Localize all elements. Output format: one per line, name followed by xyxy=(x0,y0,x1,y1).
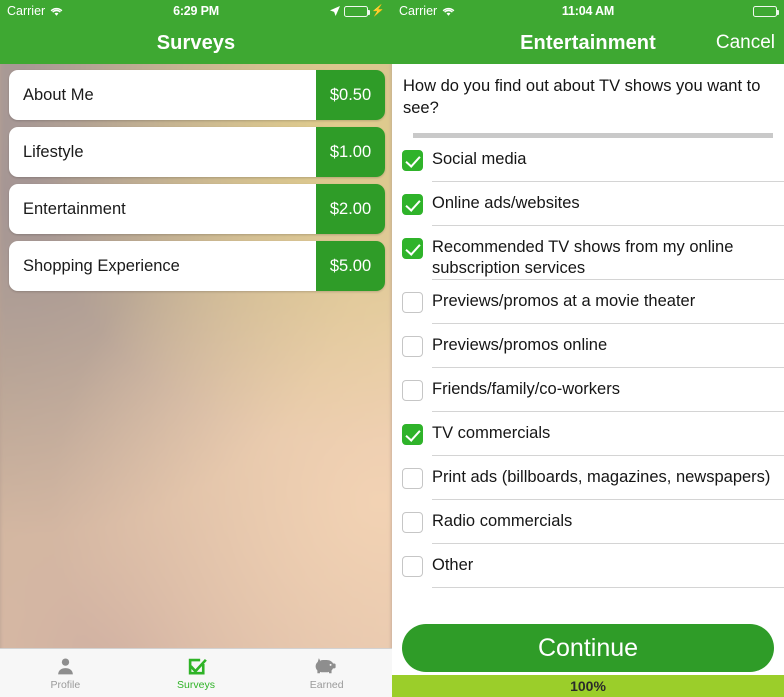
survey-question-screen: Carrier 11:04 AM Entertainment Cancel Ho… xyxy=(392,0,784,697)
checkbox-unchecked-icon[interactable] xyxy=(402,556,423,578)
battery-icon xyxy=(753,5,779,17)
checkbox-unchecked-icon[interactable] xyxy=(402,380,423,402)
location-arrow-icon xyxy=(329,5,341,17)
survey-row[interactable]: Shopping Experience $5.00 xyxy=(9,241,385,291)
checkbox-check-icon xyxy=(186,656,207,677)
page-title: Entertainment xyxy=(520,31,656,54)
survey-row[interactable]: About Me $0.50 xyxy=(9,70,385,120)
person-icon xyxy=(55,656,76,677)
option-label: Previews/promos at a movie theater xyxy=(432,292,696,311)
option-label: Social media xyxy=(432,149,527,168)
status-indicators xyxy=(753,5,779,17)
checkbox-checked-icon[interactable] xyxy=(402,237,423,259)
option-item[interactable]: Social media xyxy=(402,138,784,182)
survey-name: Lifestyle xyxy=(9,127,316,177)
option-item[interactable]: Print ads (billboards, magazines, newspa… xyxy=(402,456,784,501)
survey-footer: Continue 100% xyxy=(392,624,784,697)
left-nav-bar: Surveys xyxy=(0,22,392,64)
survey-price-badge: $5.00 xyxy=(316,241,385,291)
option-item[interactable]: TV commercials xyxy=(402,412,784,457)
status-indicators: ⚡ xyxy=(329,5,385,17)
option-label: Print ads (billboards, magazines, newspa… xyxy=(432,468,771,487)
surveys-list-screen: Carrier 6:29 PM ⚡ Surveys About Me $0.50 xyxy=(0,0,392,697)
option-label: Radio commercials xyxy=(432,512,573,531)
option-label: Other xyxy=(432,556,474,575)
tab-surveys[interactable]: Surveys xyxy=(131,649,262,697)
checkbox-checked-icon[interactable] xyxy=(402,424,423,446)
checkbox-unchecked-icon[interactable] xyxy=(402,292,423,314)
option-item[interactable]: Previews/promos online xyxy=(402,324,784,369)
option-label: Recommended TV shows from my online subs… xyxy=(432,237,734,277)
progress-bar: 100% xyxy=(392,675,784,697)
option-item[interactable]: Friends/family/co-workers xyxy=(402,368,784,413)
survey-price-badge: $0.50 xyxy=(316,70,385,120)
piggy-bank-icon xyxy=(315,656,338,677)
tab-label: Profile xyxy=(50,678,81,691)
option-label: Previews/promos online xyxy=(432,336,608,355)
option-item[interactable]: Radio commercials xyxy=(402,500,784,545)
dual-screenshot: Carrier 6:29 PM ⚡ Surveys About Me $0.50 xyxy=(0,0,784,697)
cancel-button[interactable]: Cancel xyxy=(716,32,775,54)
survey-price-badge: $1.00 xyxy=(316,127,385,177)
lightning-bolt-icon: ⚡ xyxy=(371,4,385,17)
right-nav-bar: Entertainment Cancel xyxy=(392,22,784,64)
survey-list: About Me $0.50 Lifestyle $1.00 Entertain… xyxy=(9,70,385,298)
tab-earned[interactable]: Earned xyxy=(261,649,392,697)
option-item[interactable]: Previews/promos at a movie theater xyxy=(402,280,784,325)
survey-row[interactable]: Lifestyle $1.00 xyxy=(9,127,385,177)
option-item[interactable]: Other xyxy=(402,544,784,589)
checkbox-unchecked-icon[interactable] xyxy=(402,468,423,490)
status-time: 11:04 AM xyxy=(561,4,615,18)
checkbox-unchecked-icon[interactable] xyxy=(402,512,423,534)
battery-icon xyxy=(344,5,371,17)
survey-name: Entertainment xyxy=(9,184,316,234)
page-title: Surveys xyxy=(156,31,236,54)
tab-label: Earned xyxy=(309,678,344,691)
option-item[interactable]: Recommended TV shows from my online subs… xyxy=(402,226,784,281)
checkbox-unchecked-icon[interactable] xyxy=(402,336,423,358)
right-status-bar: Carrier 11:04 AM xyxy=(392,0,784,22)
question-area: How do you find out about TV shows you w… xyxy=(392,64,784,138)
tab-label: Surveys xyxy=(177,678,215,691)
option-label: TV commercials xyxy=(432,424,551,443)
survey-name: About Me xyxy=(9,70,316,120)
survey-row[interactable]: Entertainment $2.00 xyxy=(9,184,385,234)
question-text: How do you find out about TV shows you w… xyxy=(403,77,761,117)
checkbox-checked-icon[interactable] xyxy=(402,193,423,215)
checkbox-checked-icon[interactable] xyxy=(402,149,423,171)
continue-button[interactable]: Continue xyxy=(402,624,774,672)
option-separator xyxy=(432,587,784,589)
option-label: Online ads/websites xyxy=(432,193,580,212)
option-label: Friends/family/co-workers xyxy=(432,380,620,399)
survey-price-badge: $2.00 xyxy=(316,184,385,234)
tab-profile[interactable]: Profile xyxy=(0,649,131,697)
tab-bar: Profile Surveys Earned xyxy=(0,648,392,697)
survey-name: Shopping Experience xyxy=(9,241,316,291)
option-item[interactable]: Online ads/websites xyxy=(402,182,784,226)
left-status-bar: Carrier 6:29 PM ⚡ xyxy=(0,0,392,22)
options-list: Social media Online ads/websites Recomme… xyxy=(392,138,784,589)
progress-label: 100% xyxy=(570,678,606,694)
